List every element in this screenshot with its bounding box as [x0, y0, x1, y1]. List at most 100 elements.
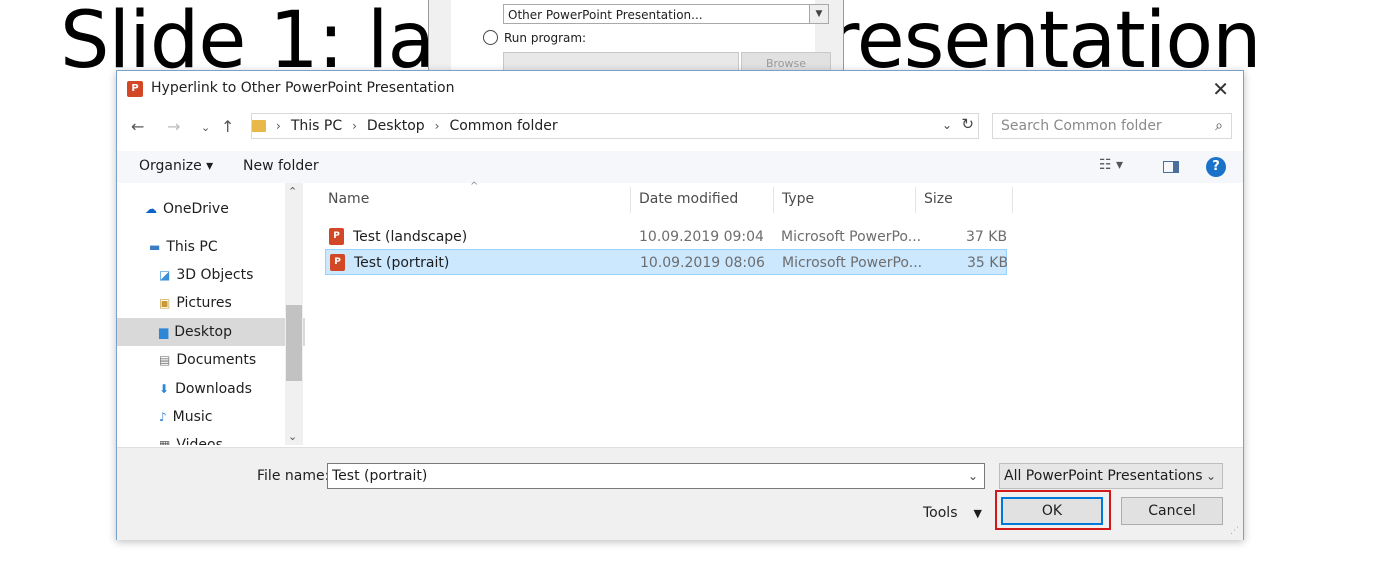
table-row[interactable]: P Test (landscape) 10.09.2019 09:04 Micr… [325, 224, 1007, 250]
breadcrumb-common-folder[interactable]: Common folder [449, 118, 557, 134]
dialog-titlebar: P Hyperlink to Other PowerPoint Presenta… [117, 71, 1243, 107]
powerpoint-icon: P [127, 81, 143, 97]
action-settings-dialog: Other PowerPoint Presentation... ▼ Run p… [428, 0, 844, 75]
sidebar-item-documents[interactable]: ▤ Documents [117, 346, 305, 374]
sidebar-item-music[interactable]: ♪ Music [117, 403, 305, 431]
column-header-size[interactable]: Size [924, 191, 953, 207]
run-program-radio[interactable]: Run program: [483, 30, 586, 45]
navigation-bar: ← → ⌄ ↑ › This PC › Desktop › Common fol… [117, 111, 1243, 143]
sidebar-item-videos[interactable]: ▦ Videos [117, 431, 305, 445]
file-type: Microsoft PowerPo... [782, 255, 923, 271]
new-folder-button[interactable]: New folder [243, 158, 319, 174]
breadcrumb-separator-icon: › [352, 119, 357, 133]
scroll-down-icon[interactable]: ⌄ [288, 430, 297, 443]
command-toolbar: Organize ▾ New folder ☷ ▾ ? [117, 151, 1243, 183]
cancel-button[interactable]: Cancel [1121, 497, 1223, 525]
ok-button[interactable]: OK [1001, 497, 1103, 525]
file-date: 10.09.2019 08:06 [640, 255, 765, 271]
sidebar-item-3d-objects[interactable]: ◪ 3D Objects [117, 261, 305, 289]
breadcrumb-desktop[interactable]: Desktop [367, 118, 425, 134]
sidebar-item-label: This PC [166, 239, 218, 255]
desktop-icon: ▆ [159, 325, 169, 339]
sidebar-item-label: Music [172, 409, 213, 425]
chevron-down-icon[interactable]: ⌄ [968, 464, 978, 488]
sidebar-item-label: OneDrive [163, 201, 229, 217]
breadcrumb-separator-icon: › [276, 119, 281, 133]
organize-button[interactable]: Organize ▾ [139, 158, 213, 174]
column-divider [1012, 187, 1013, 213]
recent-locations-icon[interactable]: ⌄ [201, 121, 210, 134]
file-dialog: P Hyperlink to Other PowerPoint Presenta… [116, 70, 1244, 540]
videos-icon: ▦ [159, 438, 171, 445]
sidebar-item-pictures[interactable]: ▣ Pictures [117, 289, 305, 317]
sidebar-scrollbar[interactable]: ⌃ ⌄ [285, 183, 303, 445]
breadcrumb-this-pc[interactable]: This PC [291, 118, 342, 134]
help-icon[interactable]: ? [1206, 157, 1226, 177]
file-list: ^ Name Date modified Type Size P Test (l… [317, 181, 1237, 445]
refresh-icon[interactable]: ↻ [961, 115, 974, 133]
sidebar-item-label: Documents [176, 352, 257, 368]
chevron-down-icon: ▼ [809, 5, 828, 23]
chevron-down-icon[interactable]: ⌄ [942, 118, 952, 132]
powerpoint-file-icon: P [329, 228, 344, 245]
sidebar-item-label: Downloads [175, 381, 252, 397]
sidebar-item-desktop[interactable]: ▆ Desktop [117, 318, 305, 346]
table-row[interactable]: P Test (portrait) 10.09.2019 08:06 Micro… [325, 249, 1009, 275]
file-name-field[interactable]: Test (portrait) ⌄ [327, 463, 985, 489]
music-icon: ♪ [159, 410, 167, 424]
forward-arrow-icon[interactable]: → [167, 117, 180, 136]
downloads-icon: ⬇ [159, 382, 170, 396]
file-name-label: File name: [257, 468, 330, 484]
hyperlink-to-value: Other PowerPoint Presentation... [508, 8, 703, 22]
file-name: Test (landscape) [353, 229, 468, 245]
powerpoint-file-icon: P [330, 254, 345, 271]
sidebar-item-this-pc[interactable]: ▬ This PC [117, 233, 305, 261]
sidebar-item-downloads[interactable]: ⬇ Downloads [117, 375, 305, 403]
radio-icon [483, 30, 498, 45]
dialog-title: Hyperlink to Other PowerPoint Presentati… [151, 80, 455, 96]
file-size: 35 KB [967, 255, 1009, 271]
sidebar-item-label: Desktop [174, 324, 232, 340]
breadcrumb-separator-icon: › [434, 119, 440, 133]
tools-button[interactable]: Tools ▼ [923, 505, 982, 521]
file-date: 10.09.2019 09:04 [639, 229, 764, 245]
folder-icon [252, 120, 266, 132]
column-header-type[interactable]: Type [782, 191, 814, 207]
sidebar-item-label: Pictures [176, 295, 232, 311]
column-header-name[interactable]: Name [328, 191, 369, 207]
action-settings-panel: Other PowerPoint Presentation... ▼ Run p… [451, 0, 831, 74]
search-placeholder: Search Common folder [1001, 118, 1162, 134]
sidebar-item-label: Videos [176, 437, 223, 445]
file-type: Microsoft PowerPo... [781, 229, 922, 245]
back-arrow-icon[interactable]: ← [131, 117, 144, 136]
scroll-up-icon[interactable]: ⌃ [288, 185, 297, 198]
sort-ascending-icon: ^ [470, 181, 479, 192]
search-input[interactable]: Search Common folder ⌕ [992, 113, 1232, 139]
preview-pane-icon[interactable] [1163, 161, 1179, 173]
close-icon[interactable]: ✕ [1212, 77, 1229, 101]
sidebar-item-onedrive[interactable]: ☁ OneDrive [117, 195, 305, 223]
hyperlink-to-select[interactable]: Other PowerPoint Presentation... ▼ [503, 4, 829, 24]
chevron-down-icon: ⌄ [1205, 469, 1216, 483]
up-arrow-icon[interactable]: ↑ [221, 117, 234, 136]
file-size: 37 KB [966, 229, 1008, 245]
column-divider [773, 187, 774, 213]
resize-grip-icon[interactable]: ⋰ [1230, 526, 1239, 536]
documents-icon: ▤ [159, 353, 171, 367]
onedrive-icon: ☁ [145, 202, 157, 216]
view-options-icon[interactable]: ☷ ▾ [1099, 157, 1123, 173]
file-name: Test (portrait) [354, 255, 450, 271]
column-divider [630, 187, 631, 213]
navigation-pane: ☁ OneDrive ▬ This PC ◪ 3D Objects ▣ Pict… [117, 183, 305, 445]
pictures-icon: ▣ [159, 296, 171, 310]
run-program-label: Run program: [504, 30, 587, 45]
dialog-footer: File name: Test (portrait) ⌄ All PowerPo… [117, 447, 1243, 540]
address-bar[interactable]: › This PC › Desktop › Common folder ⌄ ↻ [251, 113, 979, 139]
file-type-select[interactable]: All PowerPoint Presentations ⌄ [999, 463, 1223, 489]
file-type-value: All PowerPoint Presentations [1004, 468, 1203, 484]
scrollbar-thumb[interactable] [286, 305, 302, 381]
3d-objects-icon: ◪ [159, 268, 171, 282]
search-icon: ⌕ [1215, 118, 1223, 134]
column-header-date[interactable]: Date modified [639, 191, 738, 207]
tools-label: Tools [923, 505, 958, 521]
